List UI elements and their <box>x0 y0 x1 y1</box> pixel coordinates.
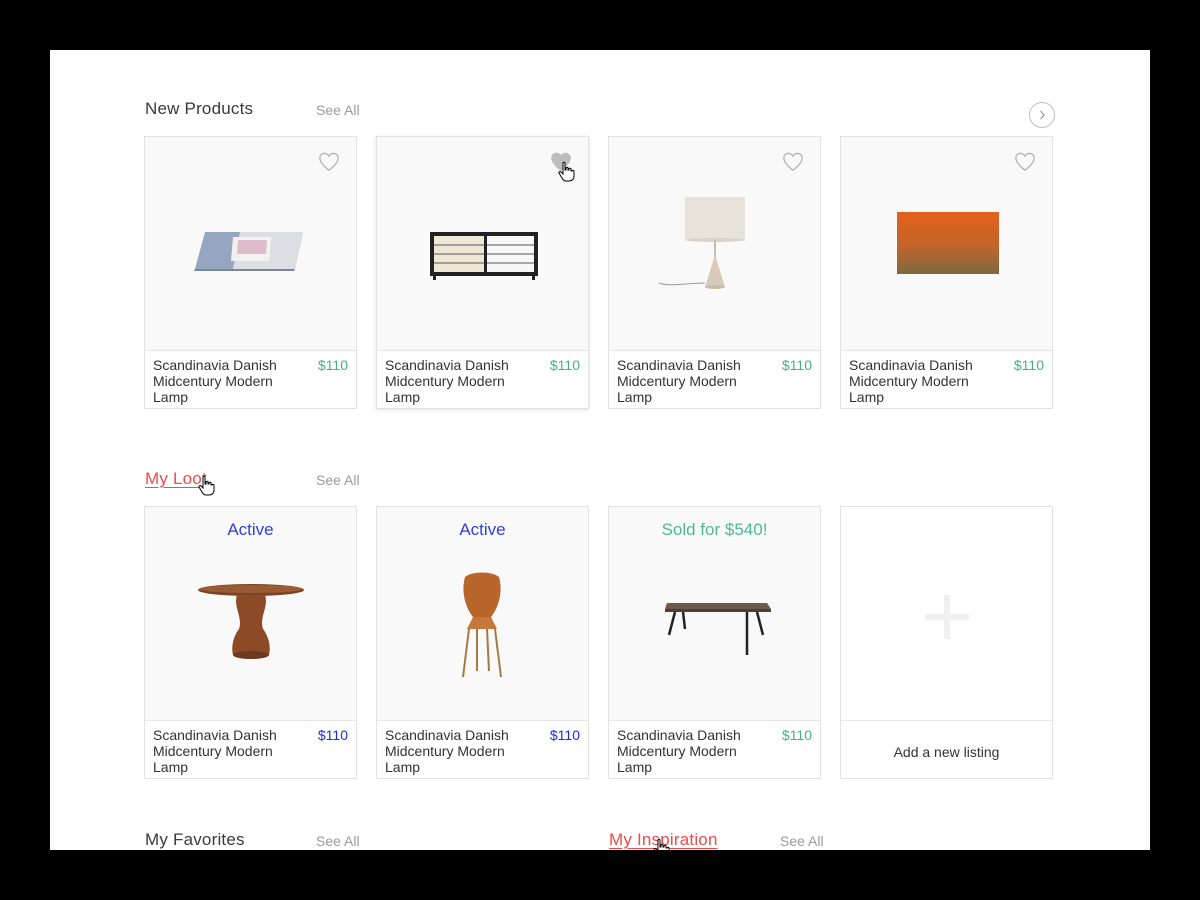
listing-name: Scandinavia Danish Midcentury Modern Lam… <box>385 727 509 775</box>
listing-card[interactable]: Active Scandinavia Danish Midcentury Mod… <box>144 506 357 779</box>
add-listing-label: Add a new listing <box>893 744 1000 760</box>
listing-card[interactable]: Active Scandinavia Danish Midcentury Mod… <box>376 506 589 779</box>
product-name: Scandinavia Danish Midcentury Modern Lam… <box>385 357 509 405</box>
listing-status: Sold for $540! <box>661 520 768 539</box>
product-card[interactable]: Scandinavia Danish Midcentury Modern Lam… <box>144 136 357 409</box>
product-name: Scandinavia Danish Midcentury Modern Lam… <box>153 357 277 405</box>
listing-price: $110 <box>781 727 812 743</box>
listing-card[interactable]: Sold for $540! Scandinavia Danish Midcen… <box>608 506 821 779</box>
hand-cursor-icon <box>198 475 215 496</box>
product-price: $110 <box>781 357 812 373</box>
see-all-my-favorites-link[interactable]: See All <box>316 833 360 849</box>
see-all-new-products-link[interactable]: See All <box>316 102 360 118</box>
product-price: $110 <box>549 357 580 373</box>
heart-icon[interactable] <box>1014 152 1036 172</box>
add-listing-card[interactable]: Add a new listing <box>840 506 1053 779</box>
listing-status: Active <box>227 520 274 539</box>
listing-name: Scandinavia Danish Midcentury Modern Lam… <box>153 727 277 775</box>
heart-icon[interactable] <box>782 152 804 172</box>
see-all-my-loot-link[interactable]: See All <box>316 472 360 488</box>
product-name: Scandinavia Danish Midcentury Modern Lam… <box>617 357 741 405</box>
listing-name: Scandinavia Danish Midcentury Modern Lam… <box>617 727 741 775</box>
product-card[interactable]: Scandinavia Danish Midcentury Modern Lam… <box>608 136 821 409</box>
hand-cursor-icon <box>558 161 575 182</box>
heart-icon[interactable] <box>318 152 340 172</box>
plus-icon <box>925 595 969 639</box>
section-title-my-favorites: My Favorites <box>145 830 245 849</box>
see-all-my-inspiration-link[interactable]: See All <box>780 833 824 849</box>
product-price: $110 <box>317 357 348 373</box>
page: New Products See All Scandinavia Danish … <box>50 50 1150 850</box>
chevron-right-icon <box>1040 110 1045 120</box>
product-name: Scandinavia Danish Midcentury Modern Lam… <box>849 357 973 405</box>
listing-price: $110 <box>317 727 348 743</box>
section-title-new-products: New Products <box>145 99 254 118</box>
next-page-button[interactable] <box>1029 102 1055 128</box>
product-card[interactable]: Scandinavia Danish Midcentury Modern Lam… <box>840 136 1053 409</box>
hand-cursor-icon <box>653 838 670 850</box>
listing-price: $110 <box>549 727 580 743</box>
product-card[interactable]: Scandinavia Danish Midcentury Modern Lam… <box>376 136 589 409</box>
add-listing-area <box>841 507 1052 721</box>
listing-status: Active <box>459 520 506 539</box>
product-price: $110 <box>1013 357 1044 373</box>
